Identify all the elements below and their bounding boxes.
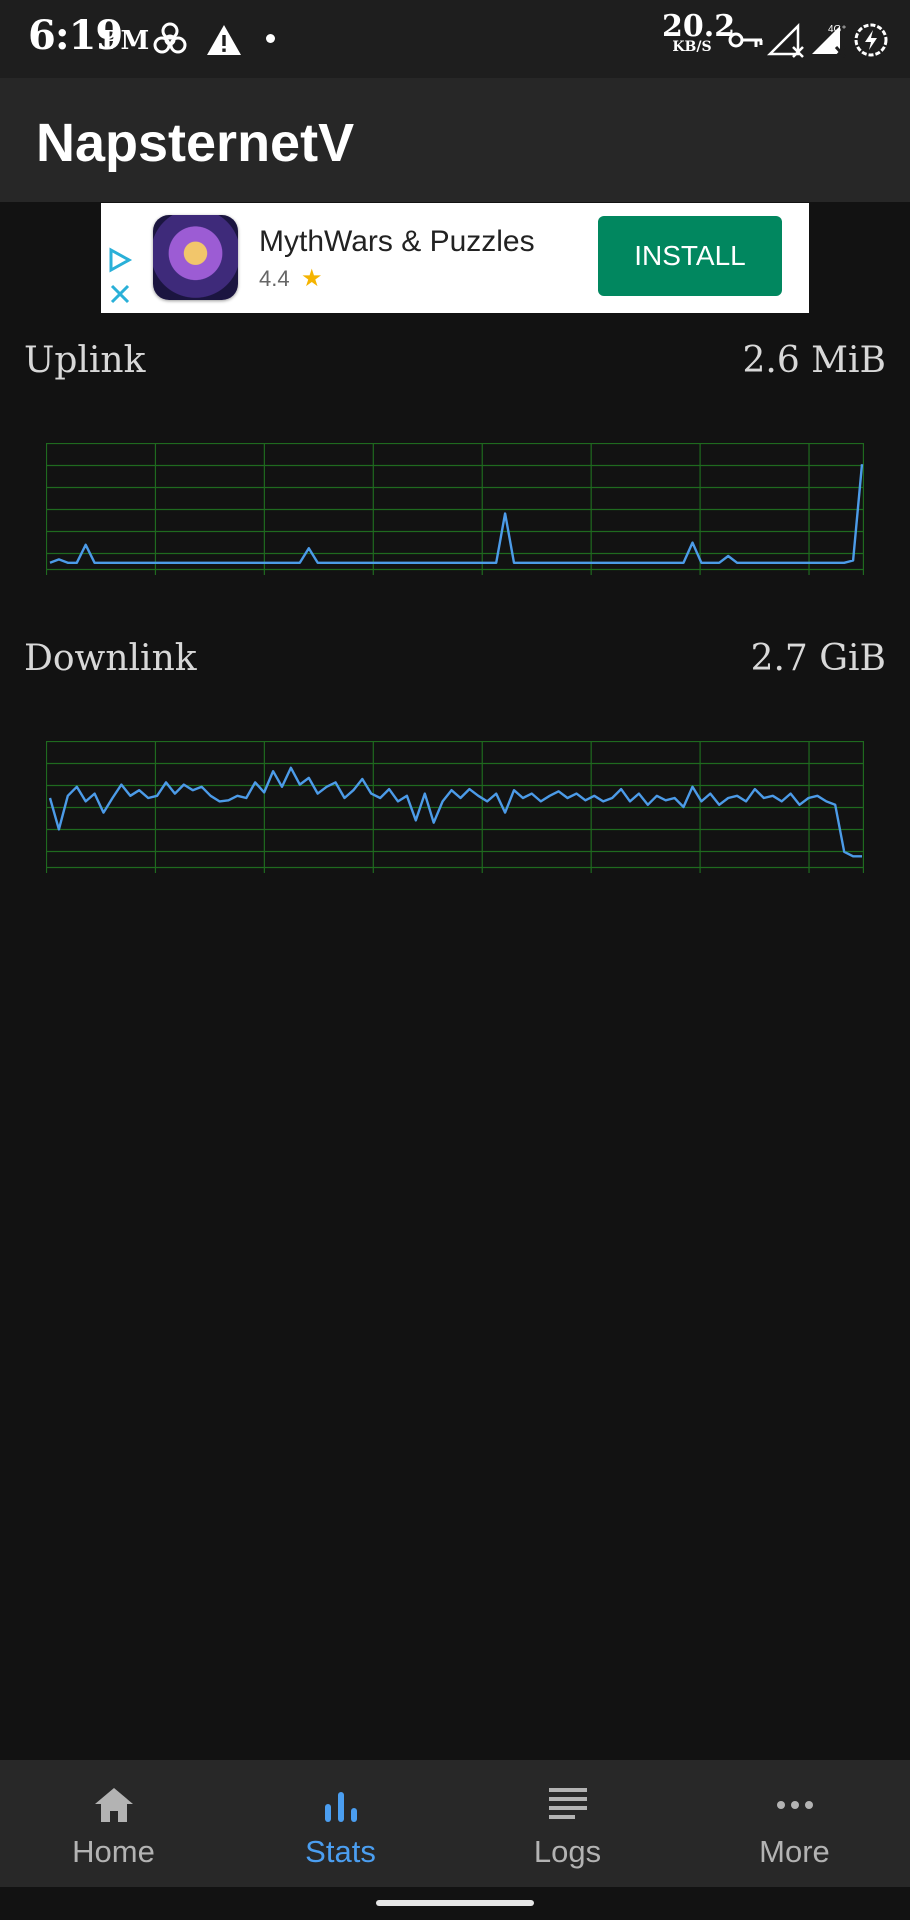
status-ampm: PM: [101, 26, 150, 56]
network-speed: 20.2 KB/S: [662, 9, 736, 55]
nav-stats[interactable]: Stats: [227, 1760, 454, 1887]
nav-more-label: More: [759, 1834, 830, 1869]
app-title: NapsternetV: [36, 113, 355, 173]
signal-4g-icon: 4G⁺: [812, 24, 847, 59]
bottom-navigation: Home Stats Logs More: [0, 1760, 910, 1887]
app-bar: NapsternetV: [0, 78, 910, 202]
ad-close-icon[interactable]: [109, 283, 131, 305]
ad-banner[interactable]: MythWars & Puzzles 4.4 ★ INSTALL: [101, 203, 809, 313]
uplink-graph: [46, 443, 864, 575]
notification-dot: [266, 34, 275, 43]
star-icon: ★: [301, 265, 323, 292]
battery-saver-icon: [854, 23, 888, 57]
ad-rating: 4.4: [259, 266, 290, 291]
nav-stats-label: Stats: [305, 1834, 376, 1869]
downlink-value: 2.7 GiB: [750, 638, 886, 679]
ad-title[interactable]: MythWars & Puzzles: [259, 225, 535, 259]
home-icon: [94, 1788, 133, 1822]
biohazard-icon: [153, 22, 187, 54]
warning-icon: [207, 25, 241, 55]
nav-logs[interactable]: Logs: [454, 1760, 681, 1887]
ad-choices-icon[interactable]: [107, 247, 133, 273]
ad-app-icon[interactable]: [153, 215, 238, 300]
signal-no-sim-icon: [766, 22, 804, 58]
bar-chart-icon: [324, 1792, 357, 1822]
svg-text:4G⁺: 4G⁺: [828, 24, 847, 35]
nav-home-label: Home: [72, 1834, 155, 1869]
downlink-series-line: [48, 766, 862, 858]
logs-icon: [548, 1788, 587, 1819]
uplink-value: 2.6 MiB: [742, 340, 886, 381]
nav-home[interactable]: Home: [0, 1760, 227, 1887]
downlink-graph: [46, 741, 864, 873]
more-horiz-icon: [776, 1801, 813, 1809]
nav-logs-label: Logs: [533, 1834, 602, 1869]
uplink-series-line: [49, 464, 864, 564]
install-button[interactable]: INSTALL: [598, 216, 782, 296]
gesture-handle[interactable]: [376, 1900, 534, 1906]
nav-more[interactable]: More: [681, 1760, 908, 1887]
downlink-label: Downlink: [24, 638, 197, 679]
network-speed-value: 20.2: [662, 9, 736, 44]
uplink-label: Uplink: [24, 340, 146, 381]
vpn-key-icon: [728, 32, 763, 48]
status-bar: 6:19 PM 20.2 KB/S 4G⁺: [0, 0, 910, 78]
